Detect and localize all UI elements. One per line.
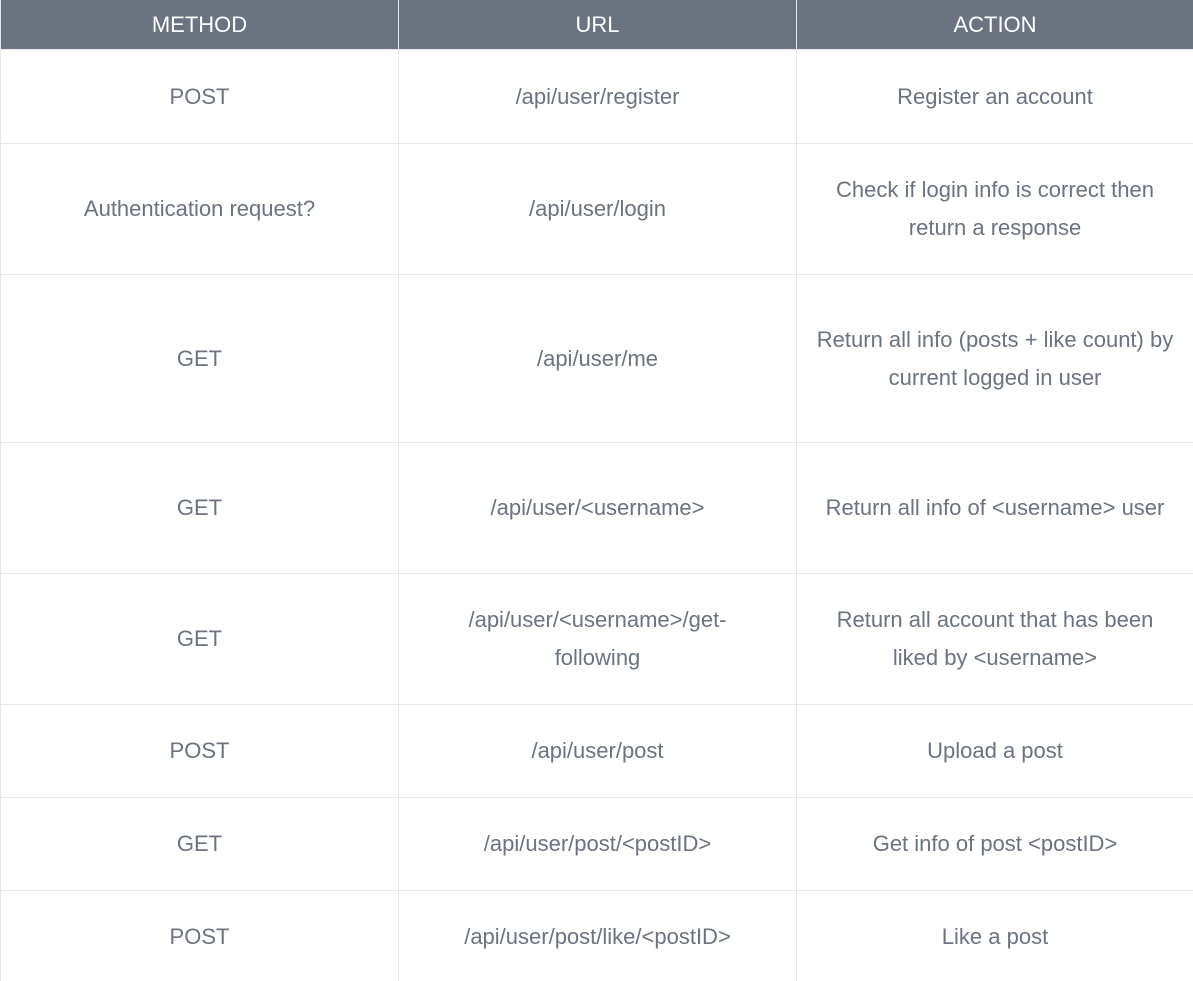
cell-method: GET xyxy=(0,797,399,891)
cell-url: /api/user/post/like/<postID> xyxy=(398,890,797,981)
cell-url: /api/user/<username> xyxy=(398,442,797,574)
table-row: GET /api/user/<username> Return all info… xyxy=(0,442,1193,574)
cell-method: GET xyxy=(0,274,399,443)
cell-method: POST xyxy=(0,704,399,798)
cell-url: /api/user/post/<postID> xyxy=(398,797,797,891)
cell-action: Get info of post <postID> xyxy=(796,797,1193,891)
cell-method: GET xyxy=(0,573,399,705)
cell-method: GET xyxy=(0,442,399,574)
cell-action: Register an account xyxy=(796,49,1193,144)
cell-method: POST xyxy=(0,49,399,144)
header-action: ACTION xyxy=(796,0,1193,50)
cell-url: /api/user/<username>/get-following xyxy=(398,573,797,705)
cell-action: Check if login info is correct then retu… xyxy=(796,143,1193,275)
table-row: POST /api/user/post/like/<postID> Like a… xyxy=(0,890,1193,981)
table-row: Authentication request? /api/user/login … xyxy=(0,143,1193,275)
cell-action: Upload a post xyxy=(796,704,1193,798)
cell-action: Return all account that has been liked b… xyxy=(796,573,1193,705)
table-row: GET /api/user/<username>/get-following R… xyxy=(0,573,1193,705)
cell-method: Authentication request? xyxy=(0,143,399,275)
header-url: URL xyxy=(398,0,797,50)
cell-url: /api/user/register xyxy=(398,49,797,144)
cell-url: /api/user/post xyxy=(398,704,797,798)
api-routes-table: METHOD URL ACTION POST /api/user/registe… xyxy=(0,0,1193,981)
cell-action: Return all info (posts + like count) by … xyxy=(796,274,1193,443)
cell-url: /api/user/login xyxy=(398,143,797,275)
table-header: METHOD URL ACTION xyxy=(0,0,1193,50)
table-row: POST /api/user/post Upload a post xyxy=(0,704,1193,798)
table-row: GET /api/user/me Return all info (posts … xyxy=(0,274,1193,443)
table-row: GET /api/user/post/<postID> Get info of … xyxy=(0,797,1193,891)
cell-url: /api/user/me xyxy=(398,274,797,443)
table-body: POST /api/user/register Register an acco… xyxy=(0,49,1193,981)
cell-method: POST xyxy=(0,890,399,981)
header-row: METHOD URL ACTION xyxy=(0,0,1193,50)
cell-action: Like a post xyxy=(796,890,1193,981)
cell-action: Return all info of <username> user xyxy=(796,442,1193,574)
header-method: METHOD xyxy=(0,0,399,50)
table-row: POST /api/user/register Register an acco… xyxy=(0,49,1193,144)
